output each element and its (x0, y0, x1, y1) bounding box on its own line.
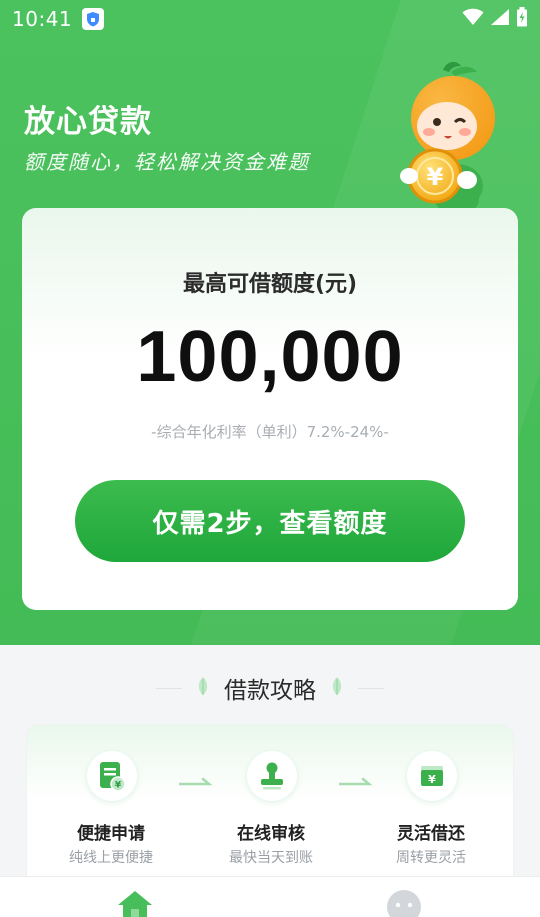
step-title: 在线审核 (237, 824, 305, 844)
signal-icon (490, 8, 510, 30)
step-title: 灵活借还 (397, 824, 465, 844)
status-bar: 10:41 (0, 0, 540, 38)
svg-text:¥: ¥ (428, 773, 436, 786)
credit-limit-amount: 100,000 (136, 317, 404, 397)
step-description: 纯线上更便捷 (69, 850, 153, 866)
leaf-icon (196, 675, 210, 701)
step-description: 最快当天到账 (229, 850, 313, 866)
bottom-tab-bar (0, 876, 540, 917)
interest-rate-text: -综合年化利率（单利）7.2%-24%- (151, 423, 389, 441)
arrow-right-icon (339, 777, 373, 786)
credit-limit-card: 最高可借额度(元) 100,000 -综合年化利率（单利）7.2%-24%- 仅… (22, 208, 518, 610)
battery-icon (516, 7, 528, 31)
page-title: 放心贷款 (24, 104, 152, 140)
status-time: 10:41 (12, 7, 73, 31)
divider-line (156, 687, 182, 689)
leaf-icon (330, 675, 344, 701)
check-limit-button[interactable]: 仅需2步，查看额度 (75, 480, 465, 562)
credit-limit-label: 最高可借额度(元) (182, 272, 358, 297)
loan-steps-panel: ¥ 便捷申请 纯线上更便捷 在线审核 最快当天到账 ¥ 灵活借还 周转更灵活 (26, 724, 514, 894)
page-subtitle: 额度随心，轻松解决资金难题 (24, 150, 310, 174)
review-stamp-icon (247, 751, 297, 801)
arrow-right-icon (179, 777, 213, 786)
step-title: 便捷申请 (77, 824, 145, 844)
profile-icon[interactable] (386, 889, 422, 917)
shield-icon (82, 8, 105, 30)
svg-text:¥: ¥ (427, 163, 444, 191)
step-description: 周转更灵活 (396, 850, 466, 866)
application-icon: ¥ (87, 751, 137, 801)
home-icon[interactable] (116, 889, 154, 917)
divider-line (358, 687, 384, 689)
guide-section-header: 借款攻略 (0, 672, 540, 704)
guide-title: 借款攻略 (224, 678, 316, 704)
wifi-icon (462, 8, 484, 30)
wallet-icon: ¥ (407, 751, 457, 801)
svg-text:¥: ¥ (115, 781, 122, 791)
orange-mascot-icon: ¥ (400, 61, 495, 210)
